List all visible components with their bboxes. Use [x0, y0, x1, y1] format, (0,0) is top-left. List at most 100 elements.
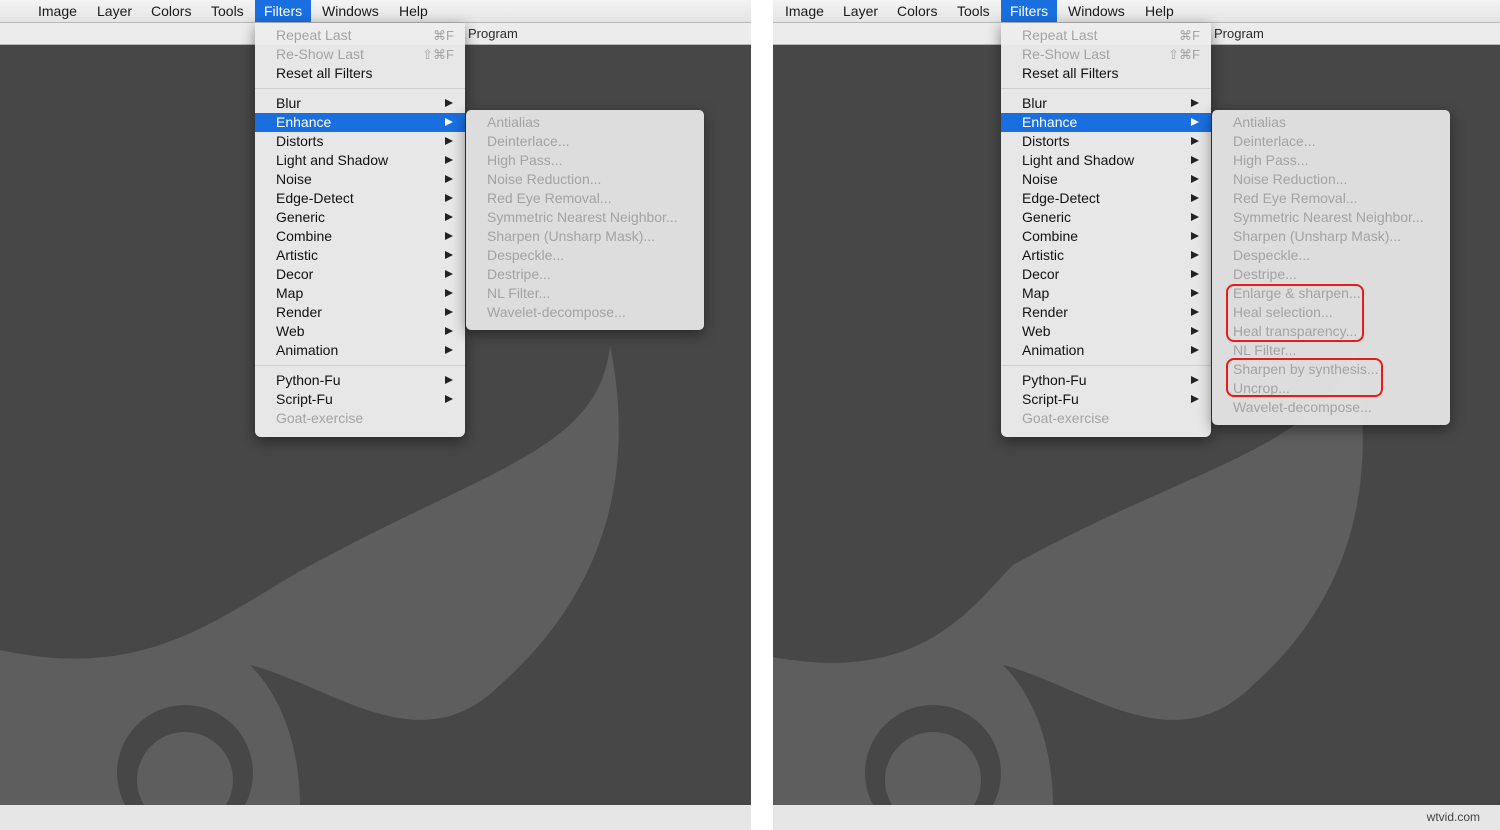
menu-item-script-fu[interactable]: Script-Fu: [255, 390, 465, 409]
submenu-item-antialias[interactable]: Antialias: [1212, 113, 1450, 132]
menu-image[interactable]: Image: [29, 0, 86, 22]
menu-filters[interactable]: Filters: [255, 0, 312, 22]
submenu-arrow-icon: [445, 232, 453, 240]
menu-item-label: Distorts: [1022, 133, 1070, 149]
submenu-item-despeckle[interactable]: Despeckle...: [1212, 246, 1450, 265]
menu-item-blur[interactable]: Blur: [255, 94, 465, 113]
menu-item-goat-exercise[interactable]: Goat-exercise: [1001, 409, 1211, 428]
submenu-item-sharpen-unsharp-mask[interactable]: Sharpen (Unsharp Mask)...: [1212, 227, 1450, 246]
menu-item-reset-all-filters[interactable]: Reset all Filters: [1001, 64, 1211, 83]
menu-item-label: Animation: [1022, 342, 1085, 358]
menu-item-goat-exercise[interactable]: Goat-exercise: [255, 409, 465, 428]
menu-item-python-fu[interactable]: Python-Fu: [255, 371, 465, 390]
menu-item-edge-detect[interactable]: Edge-Detect: [1001, 189, 1211, 208]
menu-item-light-and-shadow[interactable]: Light and Shadow: [255, 151, 465, 170]
menu-item-label: Goat-exercise: [1022, 410, 1110, 426]
submenu-arrow-icon: [1191, 270, 1199, 278]
menu-item-repeat-last[interactable]: Repeat Last ⌘F: [255, 26, 465, 45]
submenu-arrow-icon: [1191, 346, 1199, 354]
menu-windows[interactable]: Windows: [1059, 0, 1134, 22]
submenu-item-symmetric-nearest-neighbor[interactable]: Symmetric Nearest Neighbor...: [1212, 208, 1450, 227]
menu-item-decor[interactable]: Decor: [255, 265, 465, 284]
submenu-arrow-icon: [1191, 156, 1199, 164]
submenu-item-noise-reduction[interactable]: Noise Reduction...: [466, 170, 704, 189]
menu-item-label: Render: [276, 304, 322, 320]
menu-item-reshow-last[interactable]: Re-Show Last ⇧⌘F: [1001, 45, 1211, 64]
menu-separator: [1001, 88, 1211, 89]
menu-item-animation[interactable]: Animation: [255, 341, 465, 360]
submenu-item-wavelet-decompose[interactable]: Wavelet-decompose...: [466, 303, 704, 322]
menu-item-map[interactable]: Map: [255, 284, 465, 303]
menu-colors[interactable]: Colors: [142, 0, 200, 22]
menu-item-map[interactable]: Map: [1001, 284, 1211, 303]
submenu-arrow-icon: [1191, 213, 1199, 221]
submenu-item-destripe[interactable]: Destripe...: [466, 265, 704, 284]
menu-filters[interactable]: Filters: [1001, 0, 1058, 22]
menu-item-combine[interactable]: Combine: [255, 227, 465, 246]
menu-colors[interactable]: Colors: [888, 0, 946, 22]
submenu-item-wavelet-decompose[interactable]: Wavelet-decompose...: [1212, 398, 1450, 417]
menu-item-artistic[interactable]: Artistic: [255, 246, 465, 265]
submenu-arrow-icon: [1191, 327, 1199, 335]
menu-tools[interactable]: Tools: [948, 0, 999, 22]
menu-item-blur[interactable]: Blur: [1001, 94, 1211, 113]
submenu-item-deinterlace[interactable]: Deinterlace...: [1212, 132, 1450, 151]
submenu-item-despeckle[interactable]: Despeckle...: [466, 246, 704, 265]
screenshot-before: Image Layer Colors Tools Filters Windows…: [0, 0, 751, 830]
submenu-item-antialias[interactable]: Antialias: [466, 113, 704, 132]
menu-item-label: Re-Show Last: [1022, 46, 1110, 62]
menu-item-label: Combine: [1022, 228, 1079, 244]
menu-item-label: Map: [1022, 285, 1050, 301]
menu-item-reshow-last[interactable]: Re-Show Last ⇧⌘F: [255, 45, 465, 64]
menu-item-web[interactable]: Web: [1001, 322, 1211, 341]
menu-item-label: Artistic: [1022, 247, 1064, 263]
menu-item-combine[interactable]: Combine: [1001, 227, 1211, 246]
menu-item-python-fu[interactable]: Python-Fu: [1001, 371, 1211, 390]
menu-item-render[interactable]: Render: [255, 303, 465, 322]
submenu-item-deinterlace[interactable]: Deinterlace...: [466, 132, 704, 151]
menu-item-reset-all-filters[interactable]: Reset all Filters: [255, 64, 465, 83]
submenu-item-symmetric-nearest-neighbor[interactable]: Symmetric Nearest Neighbor...: [466, 208, 704, 227]
menu-help[interactable]: Help: [390, 0, 437, 22]
submenu-item-sharpen-unsharp-mask[interactable]: Sharpen (Unsharp Mask)...: [466, 227, 704, 246]
submenu-arrow-icon: [445, 213, 453, 221]
submenu-item-destripe[interactable]: Destripe...: [1212, 265, 1450, 284]
submenu-item-nl-filter[interactable]: NL Filter...: [466, 284, 704, 303]
menu-separator: [255, 365, 465, 366]
submenu-arrow-icon: [445, 175, 453, 183]
menu-item-render[interactable]: Render: [1001, 303, 1211, 322]
menu-item-distorts[interactable]: Distorts: [1001, 132, 1211, 151]
submenu-arrow-icon: [445, 376, 453, 384]
menu-item-enhance[interactable]: Enhance: [1001, 113, 1211, 132]
menu-item-decor[interactable]: Decor: [1001, 265, 1211, 284]
menu-item-web[interactable]: Web: [255, 322, 465, 341]
menu-item-enhance[interactable]: Enhance: [255, 113, 465, 132]
menu-item-label: Animation: [276, 342, 339, 358]
submenu-item-noise-reduction[interactable]: Noise Reduction...: [1212, 170, 1450, 189]
submenu-arrow-icon: [1191, 99, 1199, 107]
menu-help[interactable]: Help: [1136, 0, 1183, 22]
menu-tools[interactable]: Tools: [202, 0, 253, 22]
menu-layer[interactable]: Layer: [834, 0, 887, 22]
menu-item-light-and-shadow[interactable]: Light and Shadow: [1001, 151, 1211, 170]
menu-item-distorts[interactable]: Distorts: [255, 132, 465, 151]
menu-item-noise[interactable]: Noise: [255, 170, 465, 189]
menu-item-generic[interactable]: Generic: [1001, 208, 1211, 227]
menu-item-label: Blur: [1022, 95, 1047, 111]
menu-item-artistic[interactable]: Artistic: [1001, 246, 1211, 265]
menu-item-animation[interactable]: Animation: [1001, 341, 1211, 360]
menu-item-label: Enhance: [276, 114, 332, 130]
menu-image[interactable]: Image: [776, 0, 833, 22]
submenu-item-red-eye-removal[interactable]: Red Eye Removal...: [1212, 189, 1450, 208]
menu-item-label: Noise: [276, 171, 312, 187]
menu-windows[interactable]: Windows: [313, 0, 388, 22]
menu-item-repeat-last[interactable]: Repeat Last ⌘F: [1001, 26, 1211, 45]
submenu-item-red-eye-removal[interactable]: Red Eye Removal...: [466, 189, 704, 208]
menu-item-edge-detect[interactable]: Edge-Detect: [255, 189, 465, 208]
submenu-item-high-pass[interactable]: High Pass...: [1212, 151, 1450, 170]
menu-item-noise[interactable]: Noise: [1001, 170, 1211, 189]
menu-item-script-fu[interactable]: Script-Fu: [1001, 390, 1211, 409]
submenu-item-high-pass[interactable]: High Pass...: [466, 151, 704, 170]
menu-layer[interactable]: Layer: [88, 0, 141, 22]
menu-item-generic[interactable]: Generic: [255, 208, 465, 227]
